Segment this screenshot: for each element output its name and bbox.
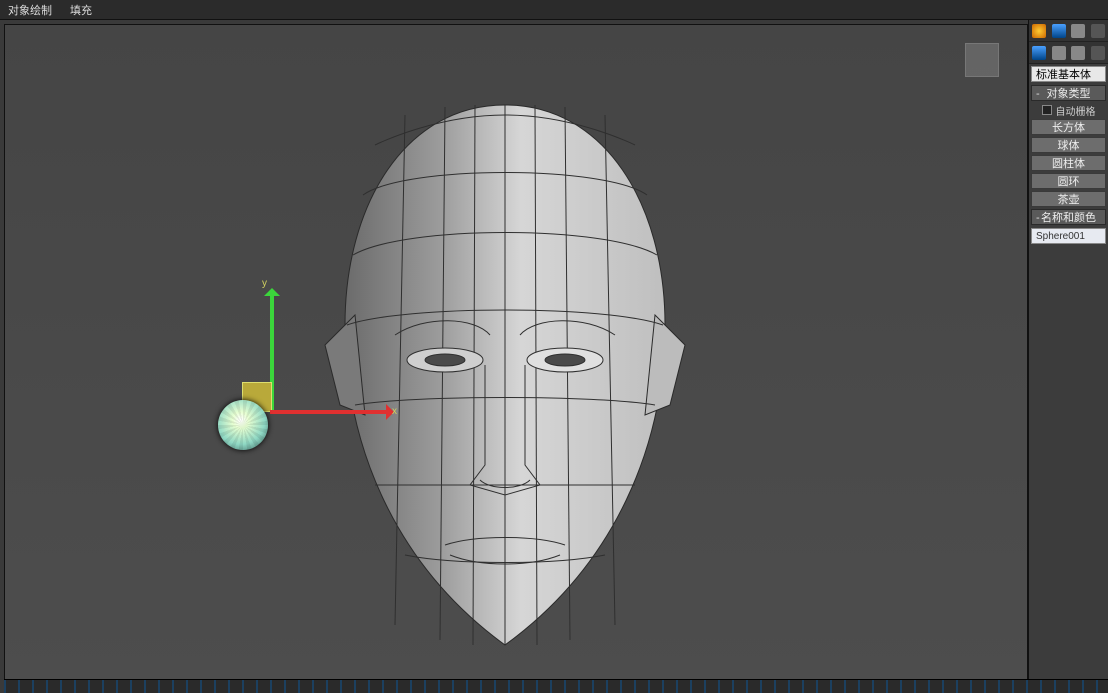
shapes-category-icon[interactable] [1052, 46, 1066, 60]
primitive-teapot-button[interactable]: 茶壶 [1031, 191, 1106, 207]
primitive-sphere-button[interactable]: 球体 [1031, 137, 1106, 153]
name-color-label: 名称和颜色 [1041, 212, 1096, 224]
primitive-cylinder-button[interactable]: 圆柱体 [1031, 155, 1106, 171]
create-tab-icon[interactable] [1032, 24, 1046, 38]
top-menu-bar: 对象绘制 填充 [0, 0, 1108, 20]
lights-category-icon[interactable] [1071, 46, 1085, 60]
viewport[interactable]: y x [4, 24, 1028, 680]
view-cube[interactable] [965, 43, 999, 77]
geometry-category-icon[interactable] [1032, 46, 1046, 60]
hierarchy-tab-icon[interactable] [1071, 24, 1085, 38]
name-color-rollout-header[interactable]: - 名称和颜色 [1031, 209, 1106, 225]
axis-x-handle[interactable] [270, 410, 390, 414]
axis-x-label: x [392, 406, 397, 417]
rollout-collapse-icon: - [1036, 86, 1040, 102]
orbit-navigator-ball[interactable] [218, 400, 268, 450]
timeline-track[interactable] [4, 679, 1108, 693]
auto-grid-checkbox[interactable] [1042, 105, 1052, 115]
menu-object-paint[interactable]: 对象绘制 [8, 2, 52, 18]
object-name-input[interactable]: Sphere001 [1031, 228, 1106, 244]
primitive-torus-button[interactable]: 圆环 [1031, 173, 1106, 189]
auto-grid-row[interactable]: 自动栅格 [1029, 102, 1108, 118]
primitive-type-dropdown[interactable]: 标准基本体 [1031, 66, 1106, 82]
object-type-rollout-header[interactable]: - 对象类型 [1031, 85, 1106, 101]
rollout-collapse-icon: - [1036, 210, 1040, 226]
motion-tab-icon[interactable] [1091, 24, 1105, 38]
create-category-row [1029, 42, 1108, 64]
transform-gizmo[interactable]: y x [210, 300, 370, 460]
modify-tab-icon[interactable] [1052, 24, 1066, 38]
auto-grid-label: 自动栅格 [1056, 103, 1096, 118]
cameras-category-icon[interactable] [1091, 46, 1105, 60]
object-type-label: 对象类型 [1047, 88, 1091, 100]
command-panel: 标准基本体 - 对象类型 自动栅格 长方体 球体 圆柱体 圆环 茶壶 - 名称和… [1028, 20, 1108, 680]
command-panel-tabs-row1 [1029, 20, 1108, 42]
primitive-box-button[interactable]: 长方体 [1031, 119, 1106, 135]
menu-fill[interactable]: 填充 [70, 2, 92, 18]
